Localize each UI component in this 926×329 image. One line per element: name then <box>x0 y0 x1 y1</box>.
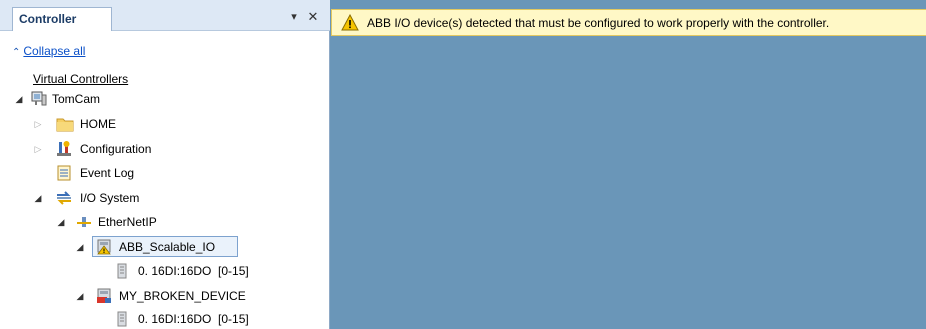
collapsed-arrow-icon[interactable]: ▷ <box>33 139 43 159</box>
warning-bar[interactable]: ABB I/O device(s) detected that must be … <box>331 9 926 36</box>
folder-icon <box>56 118 74 132</box>
expanded-arrow-icon[interactable]: ◢ <box>75 286 85 306</box>
tree-item-event-log[interactable]: Event Log <box>0 163 330 183</box>
expanded-arrow-icon[interactable]: ◢ <box>33 188 43 208</box>
tree-item-home[interactable]: ▷ HOME <box>0 114 330 134</box>
tree-item-io-system[interactable]: ◢ I/O System <box>0 188 330 208</box>
controller-panel: Controller ▾ ✕ ⌃ Collapse all Virtual Con… <box>0 0 330 329</box>
tree-item-label: TomCam <box>52 92 101 106</box>
tree-item-device2-signal[interactable]: 0. 16DI:16DO [0-15] <box>0 309 330 329</box>
expanded-arrow-icon[interactable]: ◢ <box>75 237 85 257</box>
tree-item-label: Event Log <box>80 166 135 180</box>
tree-item-ethernetip[interactable]: ◢ EtherNetIP <box>0 212 330 232</box>
tree-item-label: I/O System <box>80 191 140 205</box>
network-icon <box>77 217 91 227</box>
device-warning-icon <box>97 239 111 255</box>
panel-header: Controller ▾ ✕ <box>0 0 330 31</box>
event-log-icon <box>57 165 71 181</box>
collapse-all-row[interactable]: ⌃ Collapse all <box>12 44 85 60</box>
workspace-area <box>331 0 926 329</box>
tree-item-label: HOME <box>80 117 116 131</box>
double-chevron-up-icon: ⌃ <box>12 47 21 58</box>
tree-item-label: 0. 16DI:16DO [0-15] <box>138 312 249 326</box>
io-module-icon <box>117 263 127 279</box>
close-icon[interactable]: ✕ <box>306 9 320 24</box>
tree-item-controller[interactable]: ◢ TomCam <box>0 89 330 109</box>
tree-item-device1-signal[interactable]: 0. 16DI:16DO [0-15] <box>0 261 330 281</box>
tree-item-label: MY_BROKEN_DEVICE <box>119 289 246 303</box>
tree-item-label: 0. 16DI:16DO [0-15] <box>138 264 249 278</box>
io-system-icon <box>57 191 71 205</box>
expanded-arrow-icon[interactable]: ◢ <box>56 212 66 232</box>
collapse-all-link[interactable]: Collapse all <box>23 44 85 58</box>
io-module-icon <box>117 311 127 327</box>
controller-icon <box>31 91 47 106</box>
tree-item-my-broken-device[interactable]: ◢ MY_BROKEN_DEVICE <box>0 286 330 306</box>
tree-item-configuration[interactable]: ▷ Configuration <box>0 139 330 159</box>
tree-item-label: EtherNetIP <box>98 215 157 229</box>
collapsed-arrow-icon[interactable]: ▷ <box>33 114 43 134</box>
warning-icon <box>341 14 359 31</box>
tree-item-label: ABB_Scalable_IO <box>119 240 216 254</box>
expanded-arrow-icon[interactable]: ◢ <box>14 89 24 109</box>
tree-item-label: Configuration <box>80 142 152 156</box>
pin-icon[interactable]: ▾ <box>287 10 301 24</box>
device-error-icon <box>97 288 111 303</box>
warning-message: ABB I/O device(s) detected that must be … <box>367 16 830 30</box>
tree-root-virtual-controllers[interactable]: Virtual Controllers <box>33 72 128 86</box>
panel-tab-controller[interactable]: Controller <box>12 7 112 31</box>
tree-item-abb-scalable-io[interactable]: ◢ ABB_Scalable_IO <box>0 237 330 257</box>
configuration-icon <box>57 141 71 156</box>
